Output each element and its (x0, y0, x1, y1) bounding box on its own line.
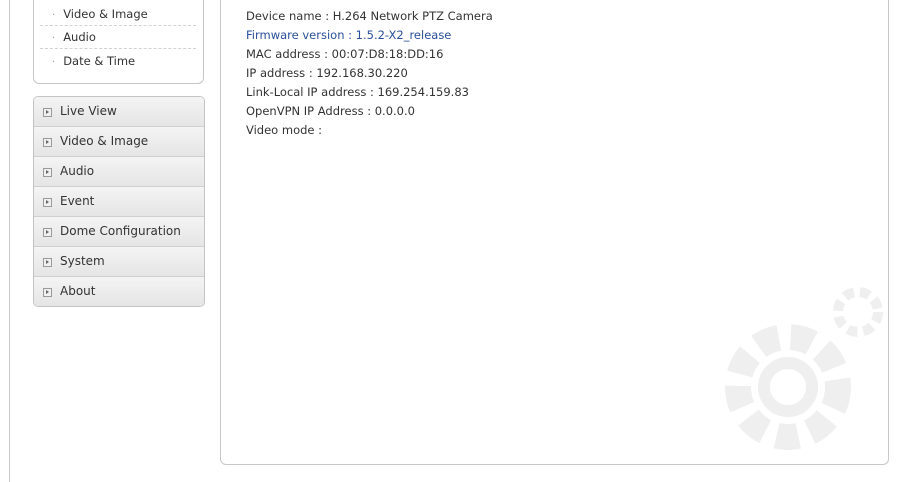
nav-item-about[interactable]: About (34, 277, 204, 306)
quick-submenu: · Video & Image · Audio · Date & Time (33, 0, 204, 84)
nav-item-label: Dome Configuration (60, 224, 181, 238)
expand-arrow-icon (43, 198, 52, 207)
link-local-ip-text: Link-Local IP address : 169.254.159.83 (246, 85, 469, 99)
nav-item-event[interactable]: Event (34, 187, 204, 217)
gear-watermark-icon (725, 287, 883, 450)
left-divider (9, 0, 10, 482)
expand-arrow-icon (43, 108, 52, 117)
openvpn-ip-text: OpenVPN IP Address : 0.0.0.0 (246, 104, 415, 118)
nav-item-label: Live View (60, 104, 117, 118)
bullet-icon: · (52, 10, 56, 21)
expand-arrow-icon (43, 138, 52, 147)
submenu-item-label: Video & Image (63, 7, 148, 21)
video-mode-text: Video mode : (246, 123, 323, 137)
device-name-text: Device name : H.264 Network PTZ Camera (246, 9, 493, 23)
mac-address-text: MAC address : 00:07:D8:18:DD:16 (246, 47, 444, 61)
nav-item-dome-configuration[interactable]: Dome Configuration (34, 217, 204, 247)
submenu-item-video-image[interactable]: · Video & Image (40, 3, 196, 26)
expand-arrow-icon (43, 288, 52, 297)
nav-item-video-image[interactable]: Video & Image (34, 127, 204, 157)
nav-item-label: System (60, 254, 105, 268)
device-info-panel: Device name : H.264 Network PTZ Camera F… (220, 0, 889, 465)
nav-item-label: Video & Image (60, 134, 149, 148)
expand-arrow-icon (43, 258, 52, 267)
main-nav-menu: Live View Video & Image Audio Event Dome… (33, 96, 205, 307)
nav-item-label: About (60, 284, 96, 298)
nav-item-live-view[interactable]: Live View (34, 97, 204, 127)
firmware-version-link[interactable]: Firmware version : 1.5.2-X2_release (246, 28, 451, 42)
submenu-item-date-time[interactable]: · Date & Time (40, 50, 196, 72)
nav-item-audio[interactable]: Audio (34, 157, 204, 187)
submenu-item-label: Date & Time (63, 54, 136, 68)
submenu-item-label: Audio (63, 30, 96, 44)
nav-item-label: Audio (60, 164, 95, 178)
expand-arrow-icon (43, 228, 52, 237)
ip-address-text: IP address : 192.168.30.220 (246, 66, 408, 80)
bullet-icon: · (52, 33, 56, 44)
nav-item-label: Event (60, 194, 95, 208)
nav-item-system[interactable]: System (34, 247, 204, 277)
submenu-item-audio[interactable]: · Audio (40, 26, 196, 49)
bullet-icon: · (52, 57, 56, 68)
expand-arrow-icon (43, 168, 52, 177)
